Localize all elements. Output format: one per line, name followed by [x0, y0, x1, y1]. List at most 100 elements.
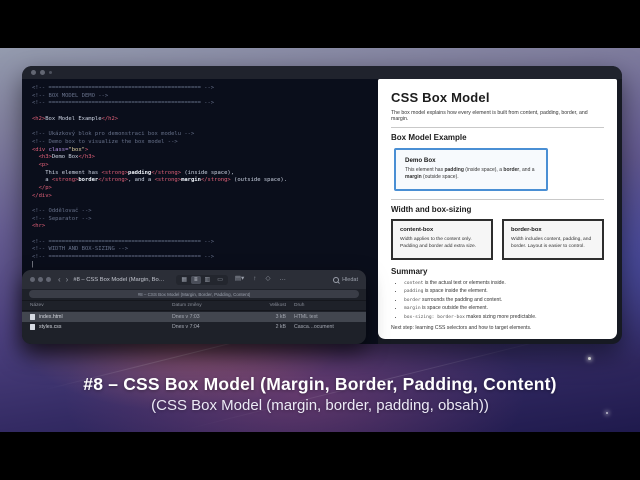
icon-view-icon[interactable]: ▦ — [178, 276, 190, 284]
demo-box: Demo Box This element has padding (insid… — [394, 148, 548, 191]
summary-item: padding is space inside the element. — [404, 288, 604, 295]
section-heading-width-box-sizing: Width and box-sizing — [391, 204, 472, 214]
minimize-button[interactable] — [38, 277, 43, 282]
code-line: <div class="box"> — [32, 146, 89, 153]
file-list: index.html Dnes v 7:03 3 kB HTML text st… — [22, 311, 366, 332]
close-button[interactable] — [31, 70, 36, 75]
code-line: <!-- Demo box to visualize the box model… — [32, 138, 178, 145]
summary-item: border surrounds the padding and content… — [404, 297, 604, 304]
view-switcher: ▦ ≡ ▥ ▭ — [176, 274, 228, 285]
wallpaper-star — [588, 357, 591, 360]
code-line: <!-- ===================================… — [32, 254, 215, 261]
code-line: a <strong>border</strong>, and a <strong… — [32, 177, 288, 184]
back-icon[interactable]: ‹ — [58, 275, 61, 284]
summary-item: margin is space outside the element. — [404, 305, 604, 312]
summary-code: border — [404, 297, 421, 303]
code-line: This element has <strong>padding</strong… — [32, 169, 235, 176]
box-sizing-card: border-box Width includes content, paddi… — [502, 218, 604, 260]
more-icon[interactable]: … — [278, 276, 289, 283]
summary-text: makes sizing more predictable. — [464, 313, 537, 320]
card-text: Width includes content, padding, and bor… — [511, 236, 592, 249]
code-line: <!-- Oddělovač --> — [32, 208, 92, 214]
divider — [391, 198, 604, 200]
file-date: Dnes v 7:04 — [172, 324, 200, 330]
column-header-date[interactable]: Datum změny — [172, 303, 250, 308]
code-line: ▏ — [32, 261, 36, 268]
letterbox-top — [0, 0, 640, 48]
close-button[interactable] — [30, 277, 35, 282]
gallery-view-icon[interactable]: ▭ — [214, 276, 226, 284]
summary-code: box-sizing: border-box — [404, 314, 465, 320]
divider — [391, 127, 604, 128]
file-size: 3 kB — [275, 314, 286, 320]
summary-code: padding — [404, 289, 424, 295]
tag-icon[interactable]: ◇ — [264, 276, 273, 283]
forward-icon[interactable]: › — [66, 275, 69, 284]
summary-text: is the actual text or elements inside. — [423, 279, 506, 286]
code-line: <!-- BOX MODEL DEMO --> — [32, 92, 109, 99]
code-line: <!-- ===================================… — [32, 100, 215, 107]
finder-traffic-lights — [30, 277, 51, 282]
document-icon — [30, 324, 35, 330]
folder-path-label: #8 – CSS Box Model (Margin, Border, Padd… — [137, 291, 251, 297]
finder-window: ‹ › #8 – CSS Box Model (Margin, Borde… ▦… — [22, 270, 366, 344]
column-header-name[interactable]: Název — [30, 303, 172, 308]
finder-window-title: #8 – CSS Box Model (Margin, Borde… — [73, 276, 166, 283]
summary-code: content — [404, 280, 424, 286]
file-row[interactable]: index.html Dnes v 7:03 3 kB HTML text — [22, 312, 366, 322]
card-text: Width applies to the content only. Paddi… — [400, 236, 477, 249]
letterbox-bottom — [0, 432, 640, 480]
file-kind: HTML text — [294, 314, 318, 320]
intro-text: The box model explains how every element… — [391, 110, 588, 122]
file-row[interactable]: styles.css Dnes v 7:04 2 kB Casca…ocumen… — [22, 322, 366, 332]
code-line: <hr> — [32, 223, 46, 230]
column-header-kind[interactable]: Druh — [294, 303, 358, 308]
box-sizing-cards: content-box Width applies to the content… — [391, 218, 604, 260]
search-label: Hledat — [342, 276, 358, 283]
code-line: </div> — [32, 192, 52, 199]
file-name: styles.css — [39, 324, 62, 330]
code-line: <h2>Box Model Example</h2> — [32, 115, 119, 122]
column-view-icon[interactable]: ▥ — [202, 276, 214, 284]
video-caption: #8 – CSS Box Model (Margin, Border, Padd… — [0, 374, 640, 414]
code-line: <p> — [38, 161, 49, 168]
code-line: <!-- WIDTH AND BOX-SIZING --> — [32, 246, 129, 253]
folder-path-pill[interactable]: #8 – CSS Box Model (Margin, Border, Padd… — [29, 290, 359, 298]
summary-text: is space inside the element. — [423, 288, 488, 295]
summary-list: content is the actual text or elements i… — [391, 280, 604, 321]
code-line: <!-- ===================================… — [32, 238, 215, 245]
browser-preview: CSS Box Model The box model explains how… — [378, 79, 617, 339]
file-date: Dnes v 7:03 — [172, 314, 200, 320]
zoom-button[interactable] — [46, 277, 51, 282]
file-size: 2 kB — [275, 324, 286, 330]
summary-code: margin — [404, 306, 421, 312]
minimize-button[interactable] — [40, 70, 45, 75]
window-titlebar[interactable] — [22, 66, 622, 79]
next-step-text: Next step: learning CSS selectors and ho… — [391, 324, 532, 331]
section-heading-summary: Summary — [391, 266, 428, 276]
section-heading-box-model-example: Box Model Example — [391, 133, 467, 142]
group-icon[interactable]: ▤▾ — [233, 276, 246, 283]
code-line: </p> — [38, 184, 52, 191]
share-icon[interactable]: ↑ — [251, 276, 258, 283]
summary-item: content is the actual text or elements i… — [404, 280, 604, 287]
page-title: CSS Box Model — [391, 90, 490, 105]
demo-box-title: Demo Box — [405, 157, 436, 164]
zoom-button[interactable] — [49, 71, 52, 74]
finder-toolbar: ‹ › #8 – CSS Box Model (Margin, Borde… ▦… — [22, 270, 366, 289]
code-line: <!-- ===================================… — [32, 85, 215, 91]
summary-text: surrounds the padding and content. — [420, 296, 503, 303]
caption-line-1: #8 – CSS Box Model (Margin, Border, Padd… — [83, 374, 557, 394]
search-field[interactable]: Hledat — [333, 276, 358, 283]
summary-item: box-sizing: border-box makes sizing more… — [404, 314, 604, 321]
card-title: border-box — [511, 226, 542, 233]
column-header-size[interactable]: Velikost — [250, 303, 294, 308]
file-name: index.html — [39, 314, 63, 320]
file-kind: Casca…ocument — [294, 324, 334, 330]
caption-line-2: (CSS Box Model (margin, border, padding,… — [151, 397, 489, 414]
list-view-icon[interactable]: ≡ — [191, 275, 201, 284]
